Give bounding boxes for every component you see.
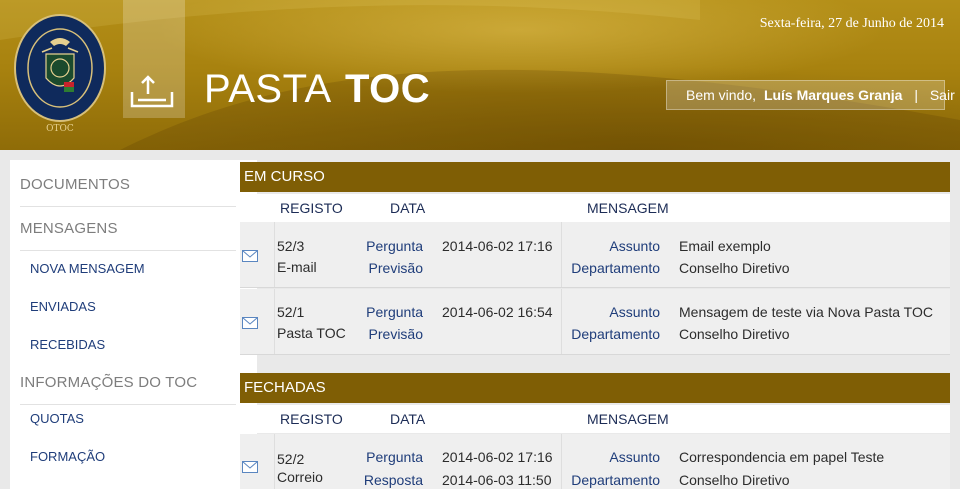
column-registo: REGISTO: [280, 411, 343, 427]
app-title: PASTA TOC: [204, 64, 430, 114]
column-divider: [274, 289, 275, 354]
pergunta-date: 2014-06-02 17:16: [442, 238, 553, 254]
app-title-light: PASTA: [204, 67, 332, 111]
assunto-value: Mensagem de teste via Nova Pasta TOC: [679, 304, 933, 320]
column-data: DATA: [390, 200, 426, 216]
pergunta-date: 2014-06-02 17:16: [442, 449, 553, 465]
resposta-label: Resposta: [363, 472, 423, 488]
pergunta-label: Pergunta: [366, 304, 423, 320]
assunto-value: Email exemplo: [679, 238, 771, 254]
departamento-label: Departamento: [571, 260, 660, 276]
departamento-label: Departamento: [571, 326, 660, 342]
app-title-bold: TOC: [344, 67, 431, 111]
table-header-fechadas: REGISTO DATA MENSAGEM: [240, 405, 950, 433]
assunto-label: Assunto: [609, 238, 660, 254]
registo-number: 52/1: [277, 304, 305, 320]
message-row[interactable]: 52/3 E-mail Pergunta Previsão 2014-06-02…: [240, 222, 950, 288]
assunto-label: Assunto: [609, 449, 660, 465]
page-header: OTOC PASTA TOC Sexta-feira, 27 de Junho …: [0, 0, 960, 150]
column-divider: [561, 434, 562, 489]
table-header-em-curso: REGISTO DATA MENSAGEM: [240, 194, 950, 222]
pergunta-date: 2014-06-02 16:54: [442, 304, 553, 320]
column-mensagem: MENSAGEM: [587, 200, 669, 216]
assunto-label: Assunto: [609, 304, 660, 320]
registo-type: E-mail: [277, 259, 317, 275]
sidebar-item-quotas[interactable]: QUOTAS: [30, 409, 84, 429]
envelope-icon: [242, 250, 258, 262]
previsao-label: Previsão: [368, 260, 423, 276]
svg-text:OTOC: OTOC: [46, 124, 74, 134]
sidebar-item-enviadas[interactable]: ENVIADAS: [30, 297, 96, 317]
section-em-curso-title: EM CURSO: [240, 162, 950, 192]
current-date: Sexta-feira, 27 de Junho de 2014: [759, 16, 944, 31]
departamento-value: Conselho Diretivo: [679, 260, 790, 276]
column-registo: REGISTO: [280, 200, 343, 216]
previsao-label: Previsão: [368, 326, 423, 342]
departamento-value: Conselho Diretivo: [679, 326, 790, 342]
resposta-date: 2014-06-03 11:50: [442, 472, 552, 488]
sidebar-section-mensagens[interactable]: MENSAGENS: [20, 206, 236, 251]
column-divider: [561, 222, 562, 287]
sidebar-item-recebidas[interactable]: RECEBIDAS: [30, 335, 105, 355]
departamento-value: Conselho Diretivo: [679, 472, 790, 488]
separator: |: [914, 87, 918, 103]
column-divider: [274, 222, 275, 287]
column-mensagem: MENSAGEM: [587, 411, 669, 427]
departamento-label: Departamento: [571, 472, 660, 488]
registo-type: Pasta TOC: [277, 325, 346, 341]
registo-number: 52/2: [277, 451, 305, 467]
pergunta-label: Pergunta: [366, 449, 423, 465]
column-data: DATA: [390, 411, 426, 427]
pergunta-label: Pergunta: [366, 238, 423, 254]
sidebar: DOCUMENTOS MENSAGENS NOVA MENSAGEM ENVIA…: [10, 160, 257, 489]
section-fechadas-title: FECHADAS: [240, 373, 950, 403]
user-welcome-bar: Bem vindo, Luís Marques Granja | Sair: [666, 80, 955, 110]
assunto-value: Correspondencia em papel Teste: [679, 449, 885, 465]
column-divider: [274, 434, 275, 489]
otoc-seal-logo[interactable]: OTOC: [12, 12, 108, 138]
envelope-icon: [242, 317, 258, 329]
message-row[interactable]: 52/1 Pasta TOC Pergunta Previsão 2014-06…: [240, 289, 950, 355]
logout-link[interactable]: Sair: [930, 87, 955, 103]
sidebar-section-documentos[interactable]: DOCUMENTOS: [20, 162, 236, 207]
message-row[interactable]: 52/2 Correio Pergunta Resposta 2014-06-0…: [240, 434, 950, 489]
column-divider: [561, 289, 562, 354]
registo-number: 52/3: [277, 238, 305, 254]
sidebar-item-nova-mensagem[interactable]: NOVA MENSAGEM: [30, 259, 145, 279]
user-name: Luís Marques Granja: [763, 87, 903, 103]
sidebar-item-formacao[interactable]: FORMAÇÃO: [30, 447, 105, 467]
welcome-label: Bem vindo,: [686, 87, 757, 103]
envelope-icon: [242, 461, 258, 473]
upload-icon[interactable]: [128, 70, 176, 110]
sidebar-section-informacoes-toc[interactable]: INFORMAÇÕES DO TOC: [20, 360, 236, 405]
registo-type: Correio: [277, 469, 323, 485]
